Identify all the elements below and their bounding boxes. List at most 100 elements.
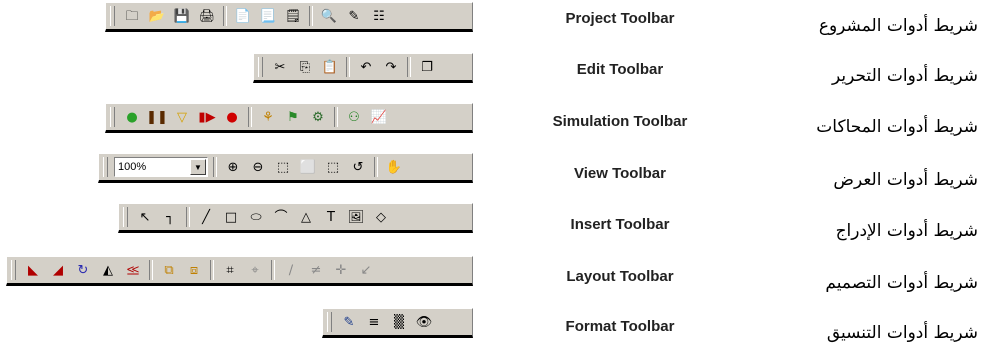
zoom-level-select[interactable]: 100% ▼ bbox=[114, 157, 208, 177]
ungroup-button[interactable]: ⌖ bbox=[244, 259, 266, 281]
picture-button[interactable]: 🖼 bbox=[345, 206, 367, 228]
cut-button[interactable]: ✂ bbox=[269, 56, 291, 78]
toolbar-separator bbox=[186, 207, 190, 227]
properties-button[interactable]: ❐ bbox=[416, 56, 438, 78]
cut-icon: ✂ bbox=[274, 59, 286, 75]
text-button[interactable]: T bbox=[320, 206, 342, 228]
line-color-button[interactable]: ✎ bbox=[338, 311, 360, 333]
run-button[interactable]: ● bbox=[121, 106, 143, 128]
print-button[interactable]: 🖨 bbox=[196, 5, 218, 27]
toolbar-separator bbox=[334, 107, 338, 127]
probe-icon: ⚑ bbox=[287, 109, 299, 125]
disconnect-button[interactable]: ≠ bbox=[305, 259, 327, 281]
view-toolbar: 100% ▼ ⊕ ⊖ ⬚ ⬜ ⬚ ↺ ✋ bbox=[98, 153, 473, 183]
undo-icon: ↶ bbox=[360, 59, 372, 75]
copy-icon: ⎘ bbox=[299, 59, 311, 75]
open-project-button[interactable]: 📂 bbox=[146, 5, 168, 27]
step-into-icon: ▮▶ bbox=[198, 109, 216, 125]
zoom-in-button[interactable]: ⊕ bbox=[222, 156, 244, 178]
fill-pattern-button[interactable]: ▒ bbox=[388, 311, 410, 333]
toolbar-grip-handle[interactable] bbox=[11, 260, 16, 280]
toolbar-grip-handle[interactable] bbox=[110, 107, 115, 127]
toolbar-separator bbox=[248, 107, 252, 127]
zoom-fit-icon: ⬜ bbox=[299, 159, 317, 175]
schematic-sheet-icon: 📄 bbox=[234, 8, 252, 24]
junction-button[interactable]: ✛ bbox=[330, 259, 352, 281]
line-button[interactable]: ╱ bbox=[195, 206, 217, 228]
flip-button[interactable]: ⪣ bbox=[122, 259, 144, 281]
edit-toolbar-english-label: Edit Toolbar bbox=[576, 61, 664, 78]
pcb-sheet-icon: 📃 bbox=[259, 8, 277, 24]
simulation-toolbar: ● ❚❚ ▽ ▮▶ ● ⚘ ⚑ ⚙ ⚇ 📈 bbox=[105, 103, 473, 133]
select-arrow-button[interactable]: ↖ bbox=[134, 206, 156, 228]
zoom-previous-button[interactable]: ↺ bbox=[347, 156, 369, 178]
report-sheet-button[interactable]: 🗒 bbox=[282, 5, 304, 27]
pause-button[interactable]: ❚❚ bbox=[146, 106, 168, 128]
bus-port-button[interactable]: ◇ bbox=[370, 206, 392, 228]
flip-icon: ⪣ bbox=[126, 262, 140, 278]
edit-toolbar: ✂ ⎘ 📋 ↶ ↷ ❐ bbox=[253, 53, 473, 83]
pcb-sheet-button[interactable]: 📃 bbox=[257, 5, 279, 27]
chevron-down-icon[interactable]: ▼ bbox=[190, 159, 206, 175]
save-icon: 💾 bbox=[173, 8, 191, 24]
pan-hand-button[interactable]: ✋ bbox=[383, 156, 405, 178]
toolbar-grip-handle[interactable] bbox=[327, 312, 332, 332]
wire-icon: ┐ bbox=[166, 209, 174, 225]
rotate-right-button[interactable]: ◢ bbox=[47, 259, 69, 281]
wire-button[interactable]: ┐ bbox=[159, 206, 181, 228]
polygon-icon: △ bbox=[301, 209, 311, 225]
zoom-fit-button[interactable]: ⬜ bbox=[297, 156, 319, 178]
toolbar-grip-handle[interactable] bbox=[103, 157, 108, 177]
rotate-left-button[interactable]: ◣ bbox=[22, 259, 44, 281]
simulation-toolbar-english-label: Simulation Toolbar bbox=[552, 113, 688, 130]
simulation-toolbar-arabic-label: شريط أدوات المحاكات bbox=[816, 117, 978, 137]
zoom-area-button[interactable]: ⬚ bbox=[272, 156, 294, 178]
zoom-out-button[interactable]: ⊖ bbox=[247, 156, 269, 178]
toolbar-separator bbox=[149, 260, 153, 280]
insert-toolbar-english-label: Insert Toolbar bbox=[570, 216, 670, 233]
zoom-selection-button[interactable]: ⬚ bbox=[322, 156, 344, 178]
send-back-button[interactable]: ⧈ bbox=[183, 259, 205, 281]
rectangle-button[interactable]: □ bbox=[220, 206, 242, 228]
schematic-sheet-button[interactable]: 📄 bbox=[232, 5, 254, 27]
toolbar-grip-handle[interactable] bbox=[110, 6, 115, 26]
pin-button[interactable]: ↙ bbox=[355, 259, 377, 281]
mirror-icon: ◭ bbox=[103, 262, 113, 278]
line-color-icon: ✎ bbox=[343, 314, 355, 330]
preview-button[interactable]: 🔍 bbox=[318, 5, 340, 27]
graph-button[interactable]: 📈 bbox=[368, 106, 390, 128]
rotate-free-button[interactable]: ↻ bbox=[72, 259, 94, 281]
step-button[interactable]: ▽ bbox=[171, 106, 193, 128]
line-width-button[interactable]: ≡ bbox=[363, 311, 385, 333]
undo-button[interactable]: ↶ bbox=[355, 56, 377, 78]
toolbar-grip-handle[interactable] bbox=[258, 57, 263, 77]
graph-icon: 📈 bbox=[370, 109, 388, 125]
bring-front-button[interactable]: ⧉ bbox=[158, 259, 180, 281]
mirror-button[interactable]: ◭ bbox=[97, 259, 119, 281]
open-project-icon: 📂 bbox=[148, 8, 166, 24]
connect-button[interactable]: ∕ bbox=[280, 259, 302, 281]
send-back-icon: ⧈ bbox=[189, 262, 199, 278]
redo-button[interactable]: ↷ bbox=[380, 56, 402, 78]
step-into-button[interactable]: ▮▶ bbox=[196, 106, 218, 128]
analyzer-button[interactable]: ⚙ bbox=[307, 106, 329, 128]
new-project-button[interactable]: 🗀 bbox=[121, 5, 143, 27]
toolbar-grip-handle[interactable] bbox=[123, 207, 128, 227]
generator-button[interactable]: ⚇ bbox=[343, 106, 365, 128]
scope-button[interactable]: ⚘ bbox=[257, 106, 279, 128]
visibility-eye-button[interactable]: 👁 bbox=[413, 311, 435, 333]
copy-button[interactable]: ⎘ bbox=[294, 56, 316, 78]
design-check-button[interactable]: ✎ bbox=[343, 5, 365, 27]
scope-icon: ⚘ bbox=[262, 109, 274, 125]
print-icon: 🖨 bbox=[198, 8, 216, 24]
stop-button[interactable]: ● bbox=[221, 106, 243, 128]
netlist-button[interactable]: ☷ bbox=[368, 5, 390, 27]
arc-button[interactable]: ⌒ bbox=[270, 206, 292, 228]
save-button[interactable]: 💾 bbox=[171, 5, 193, 27]
probe-button[interactable]: ⚑ bbox=[282, 106, 304, 128]
polygon-button[interactable]: △ bbox=[295, 206, 317, 228]
ellipse-button[interactable]: ⬭ bbox=[245, 206, 267, 228]
rotate-left-icon: ◣ bbox=[28, 262, 38, 278]
paste-button[interactable]: 📋 bbox=[319, 56, 341, 78]
group-button[interactable]: ⌗ bbox=[219, 259, 241, 281]
